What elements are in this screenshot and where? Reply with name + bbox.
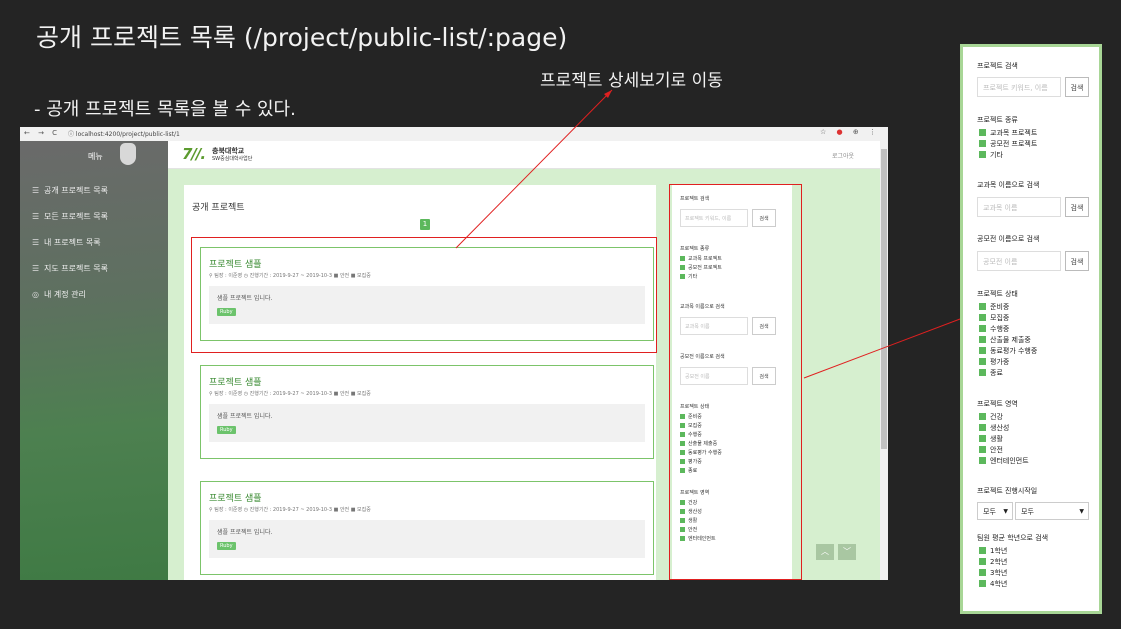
zoom-area-label: 프로젝트 영역 <box>977 400 1018 408</box>
zoom-area-checkbox[interactable]: 엔터테인먼트 <box>979 456 1029 466</box>
start-year-select[interactable]: 모두 ▼ <box>977 502 1013 520</box>
grade-checkbox[interactable]: 4학년 <box>979 579 1007 589</box>
zoom-search-label: 프로젝트 검색 <box>977 62 1018 70</box>
zoom-type-checkbox[interactable]: 공모전 프로젝트 <box>979 139 1037 149</box>
grade-checkbox[interactable]: 1학년 <box>979 546 1007 556</box>
zoom-search-button[interactable]: 검색 <box>1065 77 1089 97</box>
start-month-select[interactable]: 모두 ▼ <box>1015 502 1089 520</box>
zoom-start-label: 프로젝트 진행시작일 <box>977 487 1038 495</box>
zoom-course-label: 교과목 이름으로 검색 <box>977 181 1040 189</box>
annotation-arrows <box>455 89 972 379</box>
zoom-status-checkbox[interactable]: 평가중 <box>979 357 1009 367</box>
zoom-search-input[interactable]: 프로젝트 키워드, 이름 <box>977 77 1061 97</box>
zoom-status-checkbox[interactable]: 산출물 제출중 <box>979 335 1031 345</box>
zoom-status-checkbox[interactable]: 수행중 <box>979 324 1009 334</box>
zoom-area-checkbox[interactable]: 건강 <box>979 412 1003 422</box>
zoom-status-checkbox[interactable]: 준비중 <box>979 302 1009 312</box>
zoom-type-checkbox[interactable]: 기타 <box>979 150 1003 160</box>
grade-checkbox[interactable]: 2학년 <box>979 557 1007 567</box>
zoom-grade-label: 팀원 평균 학년으로 검색 <box>977 534 1049 542</box>
zoom-contest-button[interactable]: 검색 <box>1065 251 1089 271</box>
zoom-type-label: 프로젝트 종류 <box>977 116 1018 124</box>
zoom-status-checkbox[interactable]: 종료 <box>979 368 1003 378</box>
zoom-status-label: 프로젝트 상태 <box>977 290 1018 298</box>
zoom-status-checkbox[interactable]: 모집중 <box>979 313 1009 323</box>
arrow-to-detail <box>455 89 613 249</box>
zoom-area-checkbox[interactable]: 생활 <box>979 434 1003 444</box>
zoomed-filter-panel: 프로젝트 검색 프로젝트 키워드, 이름 검색 프로젝트 종류 교과목 프로젝트… <box>960 44 1102 614</box>
zoom-course-button[interactable]: 검색 <box>1065 197 1089 217</box>
zoom-area-checkbox[interactable]: 안전 <box>979 445 1003 455</box>
zoom-course-input[interactable]: 교과목 이름 <box>977 197 1061 217</box>
grade-checkbox[interactable]: 3학년 <box>979 568 1007 578</box>
zoom-contest-input[interactable]: 공모전 이름 <box>977 251 1061 271</box>
arrow-to-zoom <box>803 315 969 379</box>
zoom-contest-label: 공모전 이름으로 검색 <box>977 235 1040 243</box>
zoom-type-checkbox[interactable]: 교과목 프로젝트 <box>979 128 1037 138</box>
zoom-area-checkbox[interactable]: 생산성 <box>979 423 1009 433</box>
zoom-status-checkbox[interactable]: 동료평가 수행중 <box>979 346 1037 356</box>
